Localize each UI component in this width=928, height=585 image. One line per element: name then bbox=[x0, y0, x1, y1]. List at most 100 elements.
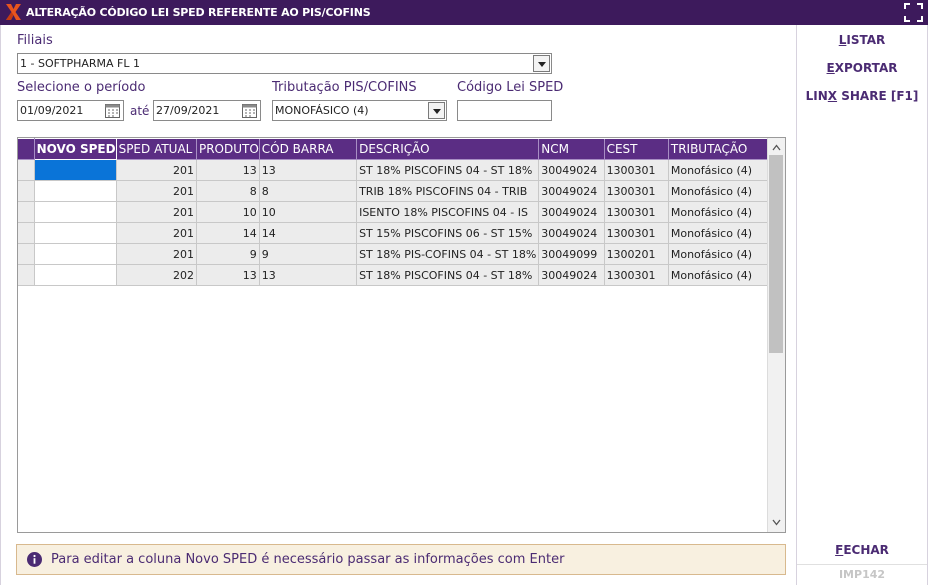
exportar-label: XPORTAR bbox=[834, 61, 898, 75]
row-indicator-header bbox=[18, 138, 35, 160]
ncm-cell: 30049024 bbox=[538, 159, 605, 181]
cod-barra-cell: 10 bbox=[259, 201, 358, 223]
col-novo-sped[interactable]: NOVO SPED bbox=[33, 138, 117, 160]
cest-cell: 1300201 bbox=[604, 243, 669, 265]
col-cest[interactable]: CEST bbox=[604, 138, 669, 160]
produto-cell: 10 bbox=[196, 201, 260, 223]
descricao-cell: ST 18% PIS-COFINS 04 - ST 18% bbox=[356, 243, 540, 265]
row-indicator[interactable] bbox=[18, 159, 35, 181]
descricao-cell: ISENTO 18% PISCOFINS 04 - IS bbox=[356, 201, 540, 223]
grid-table: NOVO SPED SPED ATUAL PRODUTO CÓD BARRA D… bbox=[18, 138, 785, 286]
novo-sped-cell[interactable] bbox=[34, 180, 117, 202]
cest-cell: 1300301 bbox=[604, 264, 669, 286]
tributacao-label: Tributação PIS/COFINS bbox=[272, 80, 417, 95]
row-indicator[interactable] bbox=[18, 180, 35, 202]
codigo-lei-label: Código Lei SPED bbox=[457, 80, 564, 95]
screen-code: IMP142 bbox=[797, 564, 927, 585]
filial-value: 1 - SOFTPHARMA FL 1 bbox=[20, 57, 140, 70]
linx-share-label-rest: SHARE [F1] bbox=[837, 89, 919, 103]
exportar-hotkey: E bbox=[826, 61, 835, 75]
table-row[interactable]: 201 10 10 ISENTO 18% PISCOFINS 04 - IS 3… bbox=[18, 201, 785, 223]
produto-cell: 8 bbox=[196, 180, 260, 202]
grid-header-row: NOVO SPED SPED ATUAL PRODUTO CÓD BARRA D… bbox=[18, 138, 785, 160]
col-sped-atual[interactable]: SPED ATUAL bbox=[116, 138, 197, 160]
novo-sped-cell[interactable] bbox=[34, 222, 117, 244]
info-icon bbox=[27, 552, 42, 567]
window-title: ALTERAÇÃO CÓDIGO LEI SPED REFERENTE AO P… bbox=[26, 6, 371, 19]
cest-cell: 1300301 bbox=[604, 180, 669, 202]
table-row[interactable]: 201 13 13 ST 18% PISCOFINS 04 - ST 18% 3… bbox=[18, 159, 785, 181]
row-indicator[interactable] bbox=[18, 222, 35, 244]
vertical-scrollbar[interactable] bbox=[767, 138, 785, 532]
ncm-cell: 30049024 bbox=[538, 264, 605, 286]
novo-sped-cell[interactable] bbox=[34, 159, 117, 181]
row-indicator[interactable] bbox=[18, 264, 35, 286]
exportar-button[interactable]: EXPORTAR bbox=[797, 61, 927, 75]
sped-atual-cell: 201 bbox=[116, 201, 197, 223]
produto-cell: 14 bbox=[196, 222, 260, 244]
linx-share-button[interactable]: LINX SHARE [F1] bbox=[797, 89, 927, 103]
listar-button[interactable]: LISTAR bbox=[797, 33, 927, 47]
sped-atual-cell: 201 bbox=[116, 222, 197, 244]
chevron-up-icon[interactable] bbox=[772, 144, 781, 151]
tributacao-select[interactable]: MONOFÁSICO (4) bbox=[272, 100, 447, 121]
row-indicator[interactable] bbox=[18, 201, 35, 223]
fechar-label: ECHAR bbox=[843, 543, 889, 557]
table-row[interactable]: 201 8 8 TRIB 18% PISCOFINS 04 - TRIB 300… bbox=[18, 180, 785, 202]
novo-sped-cell[interactable] bbox=[34, 243, 117, 265]
cod-barra-cell: 9 bbox=[259, 243, 358, 265]
data-fim-input[interactable]: 27/09/2021 bbox=[153, 100, 261, 121]
cod-barra-cell: 13 bbox=[259, 264, 358, 286]
info-message: Para editar a coluna Novo SPED é necessá… bbox=[51, 552, 565, 567]
action-sidebar: LISTAR EXPORTAR LINX SHARE [F1] FECHAR I… bbox=[796, 25, 928, 585]
data-inicio-input[interactable]: 01/09/2021 bbox=[17, 100, 124, 121]
calendar-icon[interactable] bbox=[105, 103, 120, 118]
sped-atual-cell: 202 bbox=[116, 264, 197, 286]
scrollbar-thumb[interactable] bbox=[769, 155, 783, 353]
cod-barra-cell: 13 bbox=[259, 159, 358, 181]
chevron-down-icon[interactable] bbox=[428, 102, 445, 119]
produto-cell: 9 bbox=[196, 243, 260, 265]
linx-logo-icon bbox=[6, 4, 21, 20]
produto-cell: 13 bbox=[196, 264, 260, 286]
col-produto[interactable]: PRODUTO bbox=[196, 138, 260, 160]
chevron-down-icon[interactable] bbox=[772, 519, 781, 526]
expand-icon[interactable] bbox=[904, 3, 923, 22]
ncm-cell: 30049024 bbox=[538, 222, 605, 244]
ate-label: até bbox=[130, 104, 150, 118]
ncm-cell: 30049024 bbox=[538, 180, 605, 202]
table-row[interactable]: 202 13 13 ST 18% PISCOFINS 04 - ST 18% 3… bbox=[18, 264, 785, 286]
cest-cell: 1300301 bbox=[604, 159, 669, 181]
calendar-icon[interactable] bbox=[242, 103, 257, 118]
col-cod-barra[interactable]: CÓD BARRA bbox=[259, 138, 358, 160]
sped-atual-cell: 201 bbox=[116, 243, 197, 265]
cest-cell: 1300301 bbox=[604, 222, 669, 244]
ncm-cell: 30049024 bbox=[538, 201, 605, 223]
novo-sped-cell[interactable] bbox=[34, 201, 117, 223]
linx-share-hotkey: X bbox=[827, 89, 838, 103]
sped-atual-cell: 201 bbox=[116, 180, 197, 202]
chevron-down-icon[interactable] bbox=[533, 55, 550, 72]
table-row[interactable]: 201 14 14 ST 15% PISCOFINS 06 - ST 15% 3… bbox=[18, 222, 785, 244]
col-descricao[interactable]: DESCRIÇÃO bbox=[356, 138, 540, 160]
descricao-cell: ST 18% PISCOFINS 04 - ST 18% bbox=[356, 159, 540, 181]
info-message-bar: Para editar a coluna Novo SPED é necessá… bbox=[16, 544, 786, 575]
col-ncm[interactable]: NCM bbox=[538, 138, 605, 160]
listar-label: ISTAR bbox=[846, 33, 886, 47]
row-indicator[interactable] bbox=[18, 243, 35, 265]
codigo-lei-input[interactable] bbox=[457, 100, 552, 121]
periodo-label: Selecione o período bbox=[17, 80, 146, 95]
produto-cell: 13 bbox=[196, 159, 260, 181]
table-row[interactable]: 201 9 9 ST 18% PIS-COFINS 04 - ST 18% 30… bbox=[18, 243, 785, 265]
ncm-cell: 30049099 bbox=[538, 243, 605, 265]
descricao-cell: TRIB 18% PISCOFINS 04 - TRIB bbox=[356, 180, 540, 202]
tributacao-value: MONOFÁSICO (4) bbox=[275, 104, 369, 117]
cest-cell: 1300301 bbox=[604, 201, 669, 223]
filial-select[interactable]: 1 - SOFTPHARMA FL 1 bbox=[17, 53, 552, 74]
novo-sped-cell[interactable] bbox=[34, 264, 117, 286]
sped-atual-cell: 201 bbox=[116, 159, 197, 181]
linx-share-label-pre: LIN bbox=[805, 89, 828, 103]
filiais-label: Filiais bbox=[17, 33, 53, 48]
products-grid[interactable]: NOVO SPED SPED ATUAL PRODUTO CÓD BARRA D… bbox=[17, 137, 786, 533]
fechar-button[interactable]: FECHAR bbox=[797, 543, 927, 557]
